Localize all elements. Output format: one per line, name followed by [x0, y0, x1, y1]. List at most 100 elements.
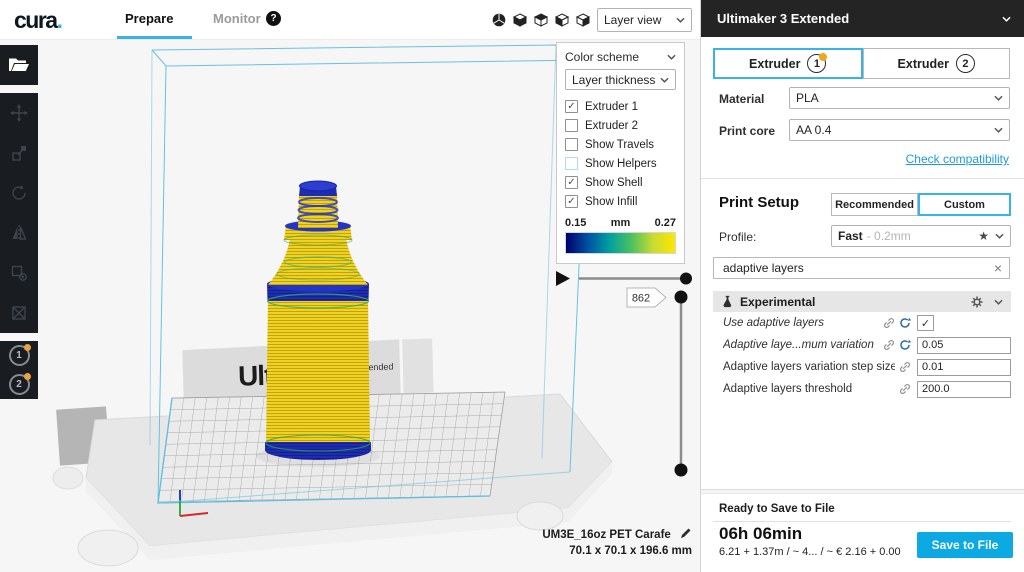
print-core-label: Print core — [719, 124, 775, 138]
reset-icon[interactable] — [899, 339, 911, 351]
right-view-icon[interactable] — [575, 12, 591, 28]
chevron-down-icon — [994, 299, 1003, 305]
machine-selector[interactable]: Ultimaker 3 Extended — [701, 0, 1024, 37]
color-scheme-select[interactable]: Layer thickness — [565, 69, 676, 90]
extruder-1-number: 1 — [16, 350, 22, 361]
color-scheme-header[interactable]: Color scheme — [565, 50, 676, 64]
toggle-show-infill[interactable]: ✓ Show Infill — [565, 192, 676, 211]
scale-tool-button[interactable] — [0, 133, 38, 173]
color-scheme-value: Layer thickness — [572, 73, 660, 87]
open-file-button[interactable] — [0, 45, 38, 85]
toggle-show-helpers[interactable]: ✓ Show Helpers — [565, 154, 676, 173]
job-status: Ready to Save to File — [719, 503, 835, 515]
adaptive-threshold-input[interactable] — [917, 381, 1011, 398]
toggle-show-shell[interactable]: ✓ Show Shell — [565, 173, 676, 192]
experimental-flask-icon — [721, 295, 734, 308]
toggle-label: Show Shell — [585, 177, 643, 189]
tab-prepare[interactable]: Prepare — [125, 11, 173, 26]
link-icon[interactable] — [883, 317, 895, 329]
gear-icon[interactable] — [970, 295, 984, 309]
tab-monitor[interactable]: Monitor — [213, 11, 261, 26]
extruder-2-button[interactable]: 2 — [9, 374, 30, 395]
toggle-label: Show Infill — [585, 196, 637, 208]
vertical-layer-slider-top-handle[interactable] — [675, 291, 688, 304]
rotate-tool-button[interactable] — [0, 173, 38, 213]
link-icon[interactable] — [883, 339, 895, 351]
chevron-down-icon — [660, 77, 669, 83]
material-label: Material — [719, 92, 764, 106]
setting-label: Use adaptive layers — [723, 317, 879, 329]
extruder-tab-label: Extruder — [749, 57, 800, 71]
adaptive-variation-step-input[interactable] — [917, 359, 1011, 376]
model-dimensions-text: 70.1 x 70.1 x 196.6 mm — [569, 545, 692, 557]
material-badge — [24, 344, 31, 351]
mirror-tool-button[interactable] — [0, 213, 38, 253]
active-tab-underline — [117, 36, 192, 39]
extruder-1-tab[interactable]: Extruder 1 — [713, 48, 863, 79]
checkbox[interactable]: ✓ — [565, 119, 578, 132]
horizontal-layer-slider-handle[interactable] — [680, 273, 692, 285]
checkbox[interactable]: ✓ — [565, 176, 578, 189]
material-value: PLA — [796, 91, 994, 105]
cura-logo: cura. — [14, 7, 61, 34]
star-icon[interactable]: ★ — [978, 229, 989, 243]
print-setup-title: Print Setup — [719, 194, 799, 211]
pencil-icon[interactable] — [680, 527, 692, 539]
print-core-dropdown[interactable]: AA 0.4 — [789, 119, 1010, 141]
checkbox[interactable]: ✓ — [565, 195, 578, 208]
adaptive-max-variation-input[interactable] — [917, 337, 1011, 354]
link-icon[interactable] — [899, 361, 911, 373]
top-view-icon[interactable] — [533, 12, 549, 28]
experimental-section-title: Experimental — [740, 295, 970, 309]
material-cost-estimate: 6.21 + 1.37m / ~ 4... / ~ € 2.16 + 0.00 — [719, 546, 901, 558]
toggle-extruder-1[interactable]: ✓ Extruder 1 — [565, 97, 676, 116]
model-name: UM3E_16oz PET Carafe — [542, 529, 670, 541]
save-to-file-button[interactable]: Save to File — [917, 532, 1013, 558]
vertical-layer-slider-bottom-handle[interactable] — [675, 464, 688, 477]
play-button[interactable] — [556, 271, 570, 286]
support-blocker-tool-button[interactable] — [0, 293, 38, 333]
toggle-label: Show Helpers — [585, 158, 657, 170]
toggle-label: Extruder 1 — [585, 101, 638, 113]
toggle-label: Extruder 2 — [585, 120, 638, 132]
extruder-2-tab[interactable]: Extruder 2 — [863, 48, 1011, 79]
model-dimensions: 70.1 x 70.1 x 196.6 mm — [569, 545, 692, 557]
top-bar: cura. Prepare Monitor ? — [0, 0, 700, 40]
checkbox[interactable]: ✓ — [565, 138, 578, 151]
scale-min: 0.15 — [565, 217, 586, 229]
layer-number-value: 862 — [632, 293, 650, 305]
footer-rule — [713, 521, 1011, 522]
move-tool-button[interactable] — [0, 93, 38, 133]
3d-view-icon[interactable] — [491, 12, 507, 28]
profile-value: Fast — [838, 229, 863, 243]
setting-search-input[interactable] — [721, 260, 994, 276]
toggle-show-travels[interactable]: ✓ Show Travels — [565, 135, 676, 154]
custom-mode-button[interactable]: Custom — [918, 193, 1011, 216]
check-compatibility-link[interactable]: Check compatibility — [906, 152, 1009, 166]
reset-icon[interactable] — [899, 317, 911, 329]
tool-panel — [0, 93, 38, 333]
toggle-extruder-2[interactable]: ✓ Extruder 2 — [565, 116, 676, 135]
material-dropdown[interactable]: PLA — [789, 87, 1010, 109]
left-view-icon[interactable] — [554, 12, 570, 28]
profile-dropdown[interactable]: Fast - 0.2mm ★ — [831, 225, 1011, 247]
help-icon[interactable]: ? — [266, 11, 281, 26]
model-carafe[interactable] — [256, 181, 380, 467]
view-mode-dropdown[interactable]: Layer view — [597, 8, 692, 32]
experimental-section-header[interactable]: Experimental — [713, 291, 1011, 312]
per-model-settings-tool-button[interactable] — [0, 253, 38, 293]
use-adaptive-layers-checkbox[interactable]: ✓ — [917, 315, 934, 331]
material-badge — [24, 373, 31, 380]
checkbox[interactable]: ✓ — [565, 100, 578, 113]
recommended-mode-button[interactable]: Recommended — [831, 193, 918, 216]
front-view-icon[interactable] — [512, 12, 528, 28]
extruder-1-button[interactable]: 1 — [9, 345, 30, 366]
clear-search-icon[interactable]: × — [994, 261, 1002, 275]
setting-use-adaptive-layers: Use adaptive layers ✓ — [723, 314, 1011, 332]
checkbox[interactable]: ✓ — [565, 157, 578, 170]
scale-max: 0.27 — [655, 217, 676, 229]
toggle-label: Show Travels — [585, 139, 654, 151]
thickness-scale: 0.15 mm 0.27 — [565, 217, 676, 229]
link-icon[interactable] — [899, 383, 911, 395]
setting-label: Adaptive layers variation step size — [723, 361, 895, 373]
